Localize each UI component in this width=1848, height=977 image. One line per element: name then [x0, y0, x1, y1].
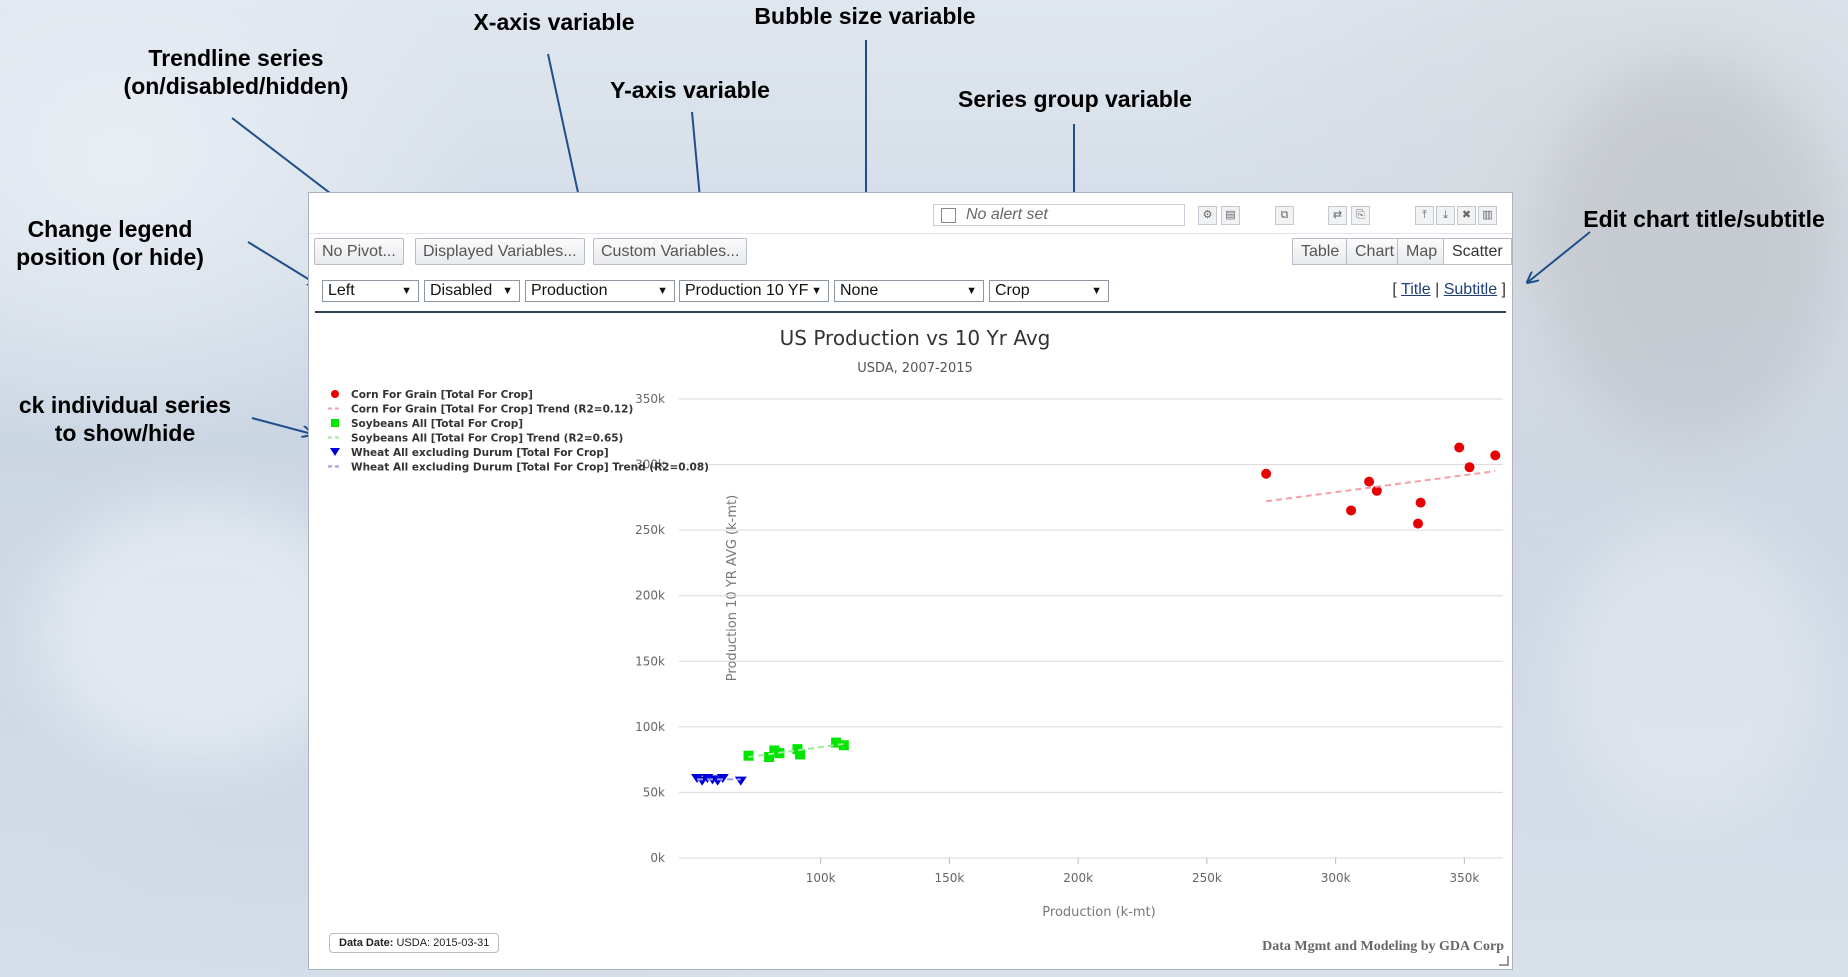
legend-marker: [331, 390, 339, 398]
y-tick-label: 250k: [635, 523, 665, 537]
data-point: [1464, 462, 1475, 473]
legend-item[interactable]: Soybeans All [Total For Crop] Trend (R2=…: [351, 433, 623, 445]
credit-text: Data Mgmt and Modeling by GDA Corp: [1262, 939, 1504, 954]
x-tick-label: 200k: [1063, 871, 1093, 885]
annotation-edit-title: Edit chart title/subtitle: [1583, 206, 1825, 232]
x-axis-label: Production (k-mt): [1042, 905, 1155, 920]
annotation-series-group: Series group variable: [958, 86, 1192, 112]
annotation-click-series: ck individual series to show/hide: [18, 392, 232, 446]
y-tick-label: 50k: [643, 785, 665, 799]
data-date-value: USDA: 2015-03-31: [396, 937, 490, 949]
chart-title: US Production vs 10 Yr Avg: [780, 326, 1051, 350]
data-date-label: Data Date:: [339, 937, 394, 949]
data-point: [1261, 468, 1272, 479]
x-tick-label: 150k: [934, 871, 964, 885]
scatter-panel: No alert set ⚙ ▤ ⧉ ⇄ ⎘ ⤒ ⤓ ✖ ▥ No Pivot.…: [308, 192, 1513, 970]
legend-item[interactable]: Corn For Grain [Total For Crop] Trend (R…: [351, 404, 633, 416]
x-tick-label: 100k: [806, 871, 836, 885]
legend-item[interactable]: Corn For Grain [Total For Crop]: [351, 389, 533, 401]
data-point: [1454, 442, 1465, 453]
legend-item[interactable]: Wheat All excluding Durum [Total For Cro…: [351, 447, 609, 459]
legend-marker: [331, 419, 339, 427]
x-tick-label: 300k: [1321, 871, 1351, 885]
annotation-x-axis: X-axis variable: [473, 9, 635, 35]
data-point: [1413, 518, 1424, 529]
y-axis-label: Production 10 YR AVG (k-mt): [725, 495, 740, 681]
y-tick-label: 350k: [635, 392, 665, 406]
data-point: [1490, 450, 1501, 461]
y-tick-label: 0k: [650, 851, 665, 865]
annotation-trendline: Trendline series (on/disabled/hidden): [123, 45, 349, 99]
legend-item[interactable]: Wheat All excluding Durum [Total For Cro…: [351, 462, 709, 474]
trendline: [1265, 470, 1496, 503]
y-tick-label: 100k: [635, 720, 665, 734]
x-tick-label: 350k: [1449, 871, 1479, 885]
legend-item[interactable]: Soybeans All [Total For Crop]: [351, 418, 523, 430]
x-tick-label: 250k: [1192, 871, 1222, 885]
data-point: [1346, 505, 1357, 516]
data-point: [734, 776, 747, 786]
legend-marker: [330, 448, 340, 456]
annotation-bubble-size: Bubble size variable: [754, 3, 976, 29]
chart-subtitle: USDA, 2007-2015: [857, 361, 973, 376]
y-tick-label: 200k: [635, 589, 665, 603]
data-date: Data Date: USDA: 2015-03-31: [329, 933, 500, 953]
annotation-legend-position: Change legend position (or hide): [16, 216, 204, 270]
data-point: [1415, 497, 1426, 508]
data-point: [1364, 476, 1375, 487]
y-tick-label: 150k: [635, 654, 665, 668]
annotation-y-axis: Y-axis variable: [610, 77, 770, 103]
scatter-chart: US Production vs 10 Yr Avg USDA, 2007-20…: [328, 326, 1503, 920]
resize-grip-icon[interactable]: [1499, 956, 1509, 966]
